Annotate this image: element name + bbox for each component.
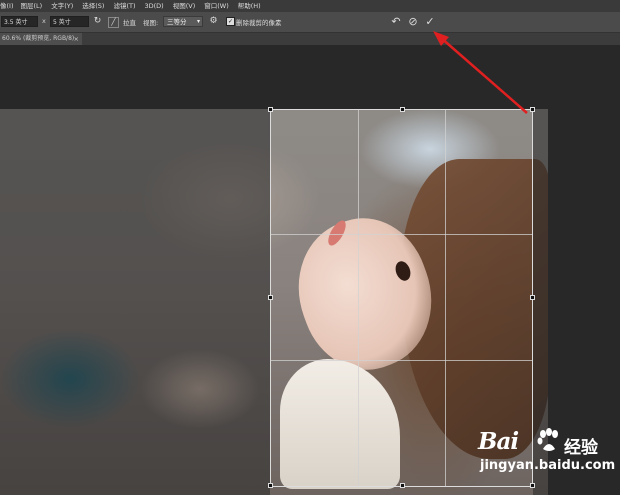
menu-item-image[interactable]: 像(I): [0, 2, 14, 10]
paw-logo-icon: [537, 428, 558, 451]
menu-item-filter[interactable]: 滤镜(T): [113, 2, 135, 10]
crop-shield-left: [0, 109, 270, 495]
thirds-grid-line: [271, 360, 532, 361]
view-label: 视图:: [143, 19, 159, 27]
crop-handle-bottom-left[interactable]: [268, 483, 273, 488]
menu-item-3d[interactable]: 3D(D): [145, 2, 164, 10]
crop-handle-top[interactable]: [400, 107, 405, 112]
crop-handle-top-left[interactable]: [268, 107, 273, 112]
thirds-grid-line: [358, 110, 359, 486]
swap-dimensions-icon[interactable]: ↻: [92, 16, 103, 27]
crop-handle-left[interactable]: [268, 295, 273, 300]
crop-handle-bottom[interactable]: [400, 483, 405, 488]
crop-height-field[interactable]: 5 英寸: [50, 16, 89, 27]
menu-item-layer[interactable]: 图层(L): [21, 2, 43, 10]
menu-item-select[interactable]: 选择(S): [82, 2, 104, 10]
straighten-icon[interactable]: ╱: [108, 17, 119, 28]
crop-options-bar: 3.5 英寸 x 5 英寸 ↻ ╱ 拉直 视图: 三等分 ▾ ⚙ ✓ 删除裁剪的…: [0, 12, 620, 33]
dimension-separator: x: [42, 17, 46, 25]
checkmark-icon[interactable]: ✓: [423, 15, 437, 29]
menu-item-help[interactable]: 帮助(H): [238, 2, 261, 10]
crop-width-field[interactable]: 3.5 英寸: [1, 16, 38, 27]
document-tab-label: 60.6% (裁剪预览, RGB/8): [2, 35, 75, 42]
delete-cropped-label: 删除裁剪的像素: [236, 19, 282, 27]
delete-cropped-checkbox[interactable]: ✓: [226, 17, 235, 26]
view-overlay-value: 三等分: [167, 18, 187, 26]
menu-bar: 像(I) 图层(L) 文字(Y) 选择(S) 滤镜(T) 3D(D) 视图(V) 窗口(W) 帮…: [0, 0, 620, 12]
cancel-icon[interactable]: ⊘: [406, 15, 420, 29]
watermark-cn: 经验: [564, 438, 598, 458]
watermark-url: jingyan.baidu.com: [480, 458, 616, 473]
reset-icon[interactable]: ↶: [389, 15, 403, 29]
crop-handle-top-right[interactable]: [530, 107, 535, 112]
watermark-brand: Bai: [478, 428, 519, 455]
chevron-down-icon: ▾: [196, 18, 200, 25]
gear-icon[interactable]: ⚙: [208, 16, 219, 27]
menu-item-type[interactable]: 文字(Y): [51, 2, 73, 10]
menu-item-view[interactable]: 视图(V): [173, 2, 196, 10]
close-icon[interactable]: ×: [74, 33, 79, 45]
menu-item-window[interactable]: 窗口(W): [204, 2, 229, 10]
thirds-grid-line: [445, 110, 446, 486]
document-tab[interactable]: 60.6% (裁剪预览, RGB/8) ×: [0, 33, 82, 45]
crop-handle-right[interactable]: [530, 295, 535, 300]
document-tab-bar: 60.6% (裁剪预览, RGB/8) ×: [0, 33, 620, 45]
view-overlay-select[interactable]: 三等分 ▾: [163, 16, 203, 27]
thirds-grid-line: [271, 234, 532, 235]
baidu-jingyan-watermark: Bai 经验 jingyan.baidu.com: [478, 428, 620, 495]
straighten-label[interactable]: 拉直: [123, 17, 136, 27]
